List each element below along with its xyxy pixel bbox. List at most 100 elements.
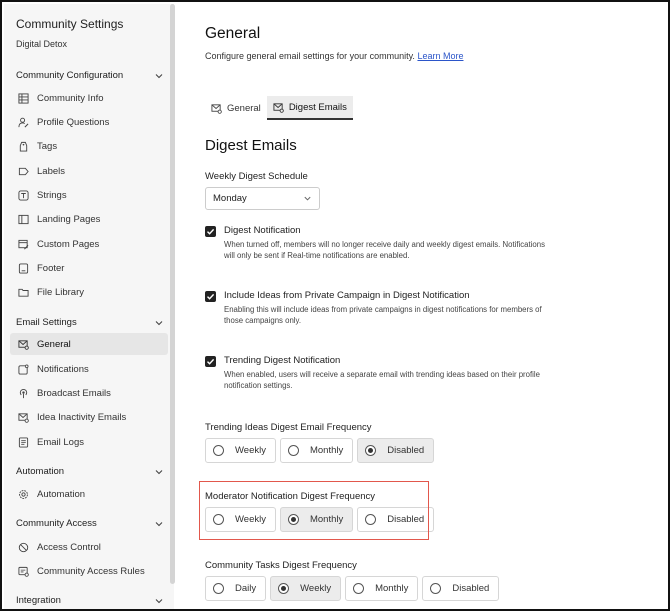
radio-circle [213,445,224,456]
folder-icon [18,287,29,298]
chevron-down-icon [154,596,164,606]
radio-disabled[interactable]: Disabled [357,438,435,463]
radio-circle [353,583,365,594]
mail-settings-icon [211,103,222,114]
highlight-box [199,481,429,540]
radio-circle [365,445,377,456]
checkbox-title: Include Ideas from Private Campaign in D… [224,290,470,301]
sidebar-item-label: Community Access Rules [37,565,145,577]
block-icon [18,542,29,553]
page-description: Configure general email settings for you… [205,51,463,61]
section-community-configuration[interactable]: Community Configuration [16,70,164,81]
radio-label: Disabled [452,583,490,594]
label-icon [18,166,29,177]
tasks-frequency-radio-group: Daily Weekly Monthly Disabled [205,576,500,601]
chevron-down-icon [154,318,164,328]
sidebar-item-email-logs[interactable]: Email Logs [10,431,168,453]
broadcast-icon [18,388,29,399]
radio-label: Monthly [375,583,409,594]
table-icon [18,92,29,104]
sidebar-item-label: Access Control [37,541,101,553]
radio-circle [213,583,224,594]
sidebar-item-label: Email Logs [37,436,84,448]
radio-weekly[interactable]: Weekly [205,438,276,463]
user-edit-icon [18,117,29,128]
sidebar-item-idea-inactivity-emails[interactable]: Idea Inactivity Emails [10,406,168,428]
tasks-frequency-label: Community Tasks Digest Frequency [205,560,357,571]
radio-weekly[interactable]: Weekly [270,576,342,601]
tab-label: Digest Emails [288,101,347,113]
section-automation[interactable]: Automation [16,466,164,477]
sidebar-item-custom-pages[interactable]: Custom Pages [10,233,168,255]
sidebar-item-footer[interactable]: Footer [10,257,168,279]
sidebar-item-label: Profile Questions [37,116,110,128]
tab-general[interactable]: General [205,96,267,120]
sidebar-title: Community Settings [16,17,124,31]
radio-label: Monthly [309,445,344,456]
radio-circle [287,445,299,456]
sidebar-item-landing-pages[interactable]: Landing Pages [10,208,168,230]
sidebar-item-label: Tags [37,140,58,152]
sidebar-item-general[interactable]: General [10,333,168,355]
sidebar-item-label: Labels [37,165,65,177]
page-edit-icon [18,239,29,250]
sidebar-item-automation[interactable]: Automation [10,483,168,505]
section-label: Email Settings [16,317,77,328]
checkbox-title: Digest Notification [224,225,301,236]
page-title: General [205,25,261,42]
section-title: Digest Emails [205,137,297,154]
radio-label: Disabled [387,445,425,456]
checkbox-title: Trending Digest Notification [224,355,341,366]
trending-digest-checkbox[interactable] [205,356,216,367]
radio-monthly[interactable]: Monthly [345,576,419,601]
sidebar-item-access-control[interactable]: Access Control [10,536,168,558]
sidebar-item-label: File Library [37,286,84,298]
radio-disabled[interactable]: Disabled [422,576,500,601]
sidebar: Community Settings Digital Detox Communi… [4,4,174,609]
weekly-digest-schedule-label: Weekly Digest Schedule [205,171,308,182]
trending-frequency-radio-group: Weekly Monthly Disabled [205,438,435,463]
radio-circle [278,583,290,594]
trending-frequency-label: Trending Ideas Digest Email Frequency [205,422,372,433]
sidebar-item-notifications[interactable]: Notifications [10,358,168,380]
section-integration[interactable]: Integration [16,595,164,606]
description-text: Configure general email settings for you… [205,51,415,61]
sidebar-item-broadcast-emails[interactable]: Broadcast Emails [10,382,168,404]
sidebar-item-file-library[interactable]: File Library [10,281,168,303]
sidebar-item-profile-questions[interactable]: Profile Questions [10,111,168,133]
text-icon [18,189,29,201]
sidebar-item-community-access-rules[interactable]: Community Access Rules [10,560,168,582]
radio-circle [430,583,442,594]
layout-icon [18,214,29,225]
chevron-down-icon [154,71,164,81]
mail-settings-icon [18,339,29,350]
tag-icon [18,141,29,152]
learn-more-link[interactable]: Learn More [417,51,463,61]
sidebar-scrollbar[interactable] [170,4,175,584]
sidebar-item-strings[interactable]: Strings [10,184,168,206]
radio-label: Weekly [300,583,332,594]
sidebar-item-label: Notifications [37,363,89,375]
section-community-access[interactable]: Community Access [16,518,164,529]
radio-label: Weekly [235,445,266,456]
radio-daily[interactable]: Daily [205,576,267,601]
weekly-digest-schedule-select[interactable]: Monday [205,187,320,210]
radio-monthly[interactable]: Monthly [279,438,354,463]
sidebar-item-label: Community Info [37,92,104,104]
sidebar-item-label: Idea Inactivity Emails [37,411,127,423]
section-email-settings[interactable]: Email Settings [16,317,164,328]
checkbox-description: When turned off, members will no longer … [224,240,545,260]
sidebar-item-label: Automation [37,488,86,500]
checkbox-description: Enabling this will include ideas from pr… [224,305,542,325]
chevron-down-icon [154,467,164,477]
community-name: Digital Detox [16,39,68,49]
mail-icon [273,102,284,113]
section-label: Integration [16,595,61,606]
sidebar-item-label: General [37,338,71,350]
digest-notification-checkbox[interactable] [205,226,216,237]
sidebar-item-labels[interactable]: Labels [10,160,168,182]
tab-digest-emails[interactable]: Digest Emails [266,96,353,120]
sidebar-item-community-info[interactable]: Community Info [10,87,168,109]
include-private-ideas-checkbox[interactable] [205,291,216,302]
sidebar-item-tags[interactable]: Tags [10,135,168,157]
